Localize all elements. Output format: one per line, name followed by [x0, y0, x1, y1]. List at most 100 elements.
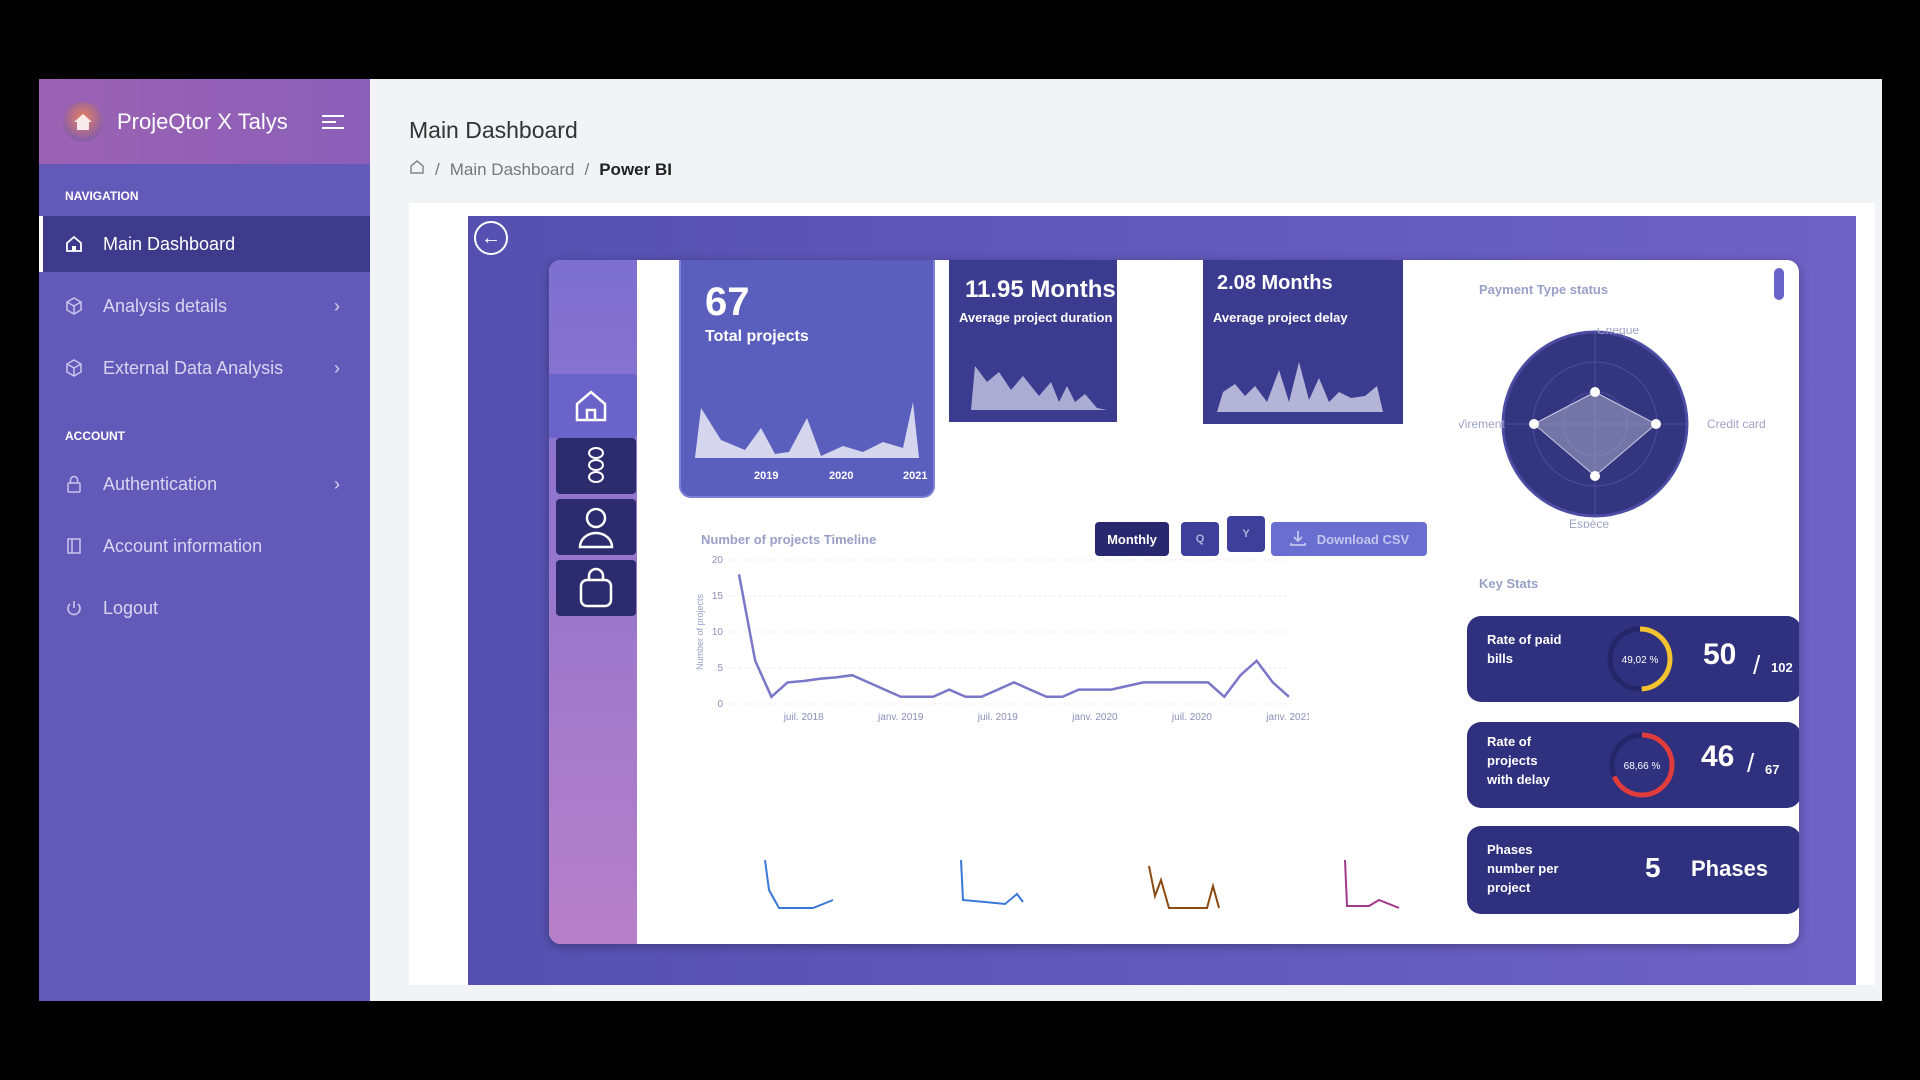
sector-name: IT [1081, 820, 1097, 840]
breadcrumb-separator: / [435, 159, 440, 179]
sector-unit: Project [695, 892, 733, 906]
sector-card-it[interactable]: Sector IT 17 Projects [1067, 788, 1241, 914]
cube-icon [65, 359, 83, 377]
sector-name: Banque [1273, 820, 1340, 840]
sector-sparkline [960, 859, 1024, 906]
sector-card-finance[interactable]: Sector Finance 20 Projects [875, 788, 1049, 914]
x-tick-label: juil. 2018 [783, 712, 824, 723]
nav-heading: NAVIGATION [65, 189, 139, 203]
kpi-delay-value: 2.08 Months [1217, 272, 1333, 294]
kpi-duration-label: Average project duration [959, 310, 1113, 325]
bag-icon[interactable] [556, 560, 636, 616]
sidebar-item-account-information[interactable]: Account information [39, 518, 370, 574]
stat-label-line: Rate of paid [1487, 632, 1562, 647]
year-label: 2019 [754, 470, 779, 482]
home-icon[interactable] [549, 374, 637, 438]
sector-unit: Projects [1271, 892, 1315, 906]
filter-handle-icon[interactable] [1774, 268, 1784, 300]
home-icon[interactable] [409, 159, 425, 180]
sector-name: Assurance [697, 820, 790, 840]
chevron-right-icon: › [334, 473, 340, 494]
sector-label: Sector [697, 800, 735, 815]
stat-unit: Phases [1691, 856, 1769, 881]
duration-sparkline [971, 366, 1107, 410]
sector-sparkline [1344, 859, 1400, 909]
sidebar-item-label: Logout [103, 597, 159, 618]
sidebar: ProjeQtor X Talys NAVIGATION Main Dashbo… [39, 79, 370, 1001]
powerbi-report: ← 67 Total projects 2019 2020 2021 11.95… [468, 216, 1856, 985]
stat-total: 67 [1765, 762, 1780, 777]
x-tick-label: janv. 2021 [1265, 712, 1309, 723]
sidebar-item-logout[interactable]: Logout [39, 580, 370, 636]
sidebar-item-authentication[interactable]: Authentication › [39, 456, 370, 512]
sidebar-item-label: Authentication [103, 473, 218, 494]
sidebar-item-label: Analysis details [103, 295, 228, 316]
sidebar-item-label: Account information [103, 535, 263, 556]
stat-slash: / [1753, 650, 1761, 680]
year-label: 2021 [903, 470, 928, 482]
back-arrow-icon[interactable]: ← [474, 221, 508, 255]
chevron-right-icon: › [334, 295, 340, 316]
timeline-title: Number of projects Timeline [701, 532, 877, 547]
download-icon [1289, 529, 1307, 550]
y-tick-label: 10 [712, 627, 724, 638]
sector-card-banque[interactable]: Sector Banque 15 Projects [1259, 788, 1433, 914]
stat-label: Rate of projects with delay [1487, 732, 1550, 789]
x-tick-label: juil. 2019 [977, 712, 1018, 723]
gauge-label: 68,66 % [1624, 761, 1661, 772]
radar-axis-label: Espèce [1569, 517, 1609, 528]
sector-count: 17 [1079, 868, 1104, 893]
sector-sparkline [1148, 865, 1220, 909]
year-button[interactable]: Y [1227, 516, 1265, 552]
sector-label: Sector [1273, 800, 1311, 815]
sector-label: Sector [1081, 800, 1119, 815]
payment-type-title: Payment Type status [1479, 282, 1609, 297]
paid-bills-gauge: 49,02 % [1607, 626, 1673, 692]
breadcrumb-separator: / [584, 159, 590, 179]
app-window: ProjeQtor X Talys NAVIGATION Main Dashbo… [39, 79, 1882, 1001]
stat-projects-delay: Rate of projects with delay 68,66 % 46 /… [1467, 722, 1799, 808]
sidebar-item-main-dashboard[interactable]: Main Dashboard [39, 216, 370, 272]
coins-icon[interactable] [556, 438, 636, 494]
chevron-right-icon: › [334, 357, 340, 378]
x-tick-label: janv. 2020 [1071, 712, 1118, 723]
y-tick-label: 15 [712, 591, 724, 602]
y-tick-label: 20 [712, 555, 724, 566]
page-title: Main Dashboard [409, 117, 578, 143]
sector-count: 15 [695, 868, 720, 893]
account-heading: ACCOUNT [65, 429, 125, 443]
key-stats-title: Key Stats [1479, 576, 1539, 591]
brand-title: ProjeQtor X Talys [117, 108, 288, 134]
y-axis-label: Number of projects [695, 593, 705, 670]
stat-paid-bills: Rate of paid bills 49,02 % 50 / 102 [1467, 616, 1799, 702]
y-tick-label: 5 [717, 663, 723, 674]
stat-value: 46 [1701, 740, 1735, 773]
payment-radar-chart: Cheque Credit card Espèce Virement [1459, 328, 1766, 528]
stat-label-line: project [1487, 880, 1531, 895]
radar-axis-label: Credit card [1707, 417, 1766, 431]
sidebar-item-analysis-details[interactable]: Analysis details › [39, 278, 370, 334]
user-icon[interactable] [556, 499, 636, 555]
stat-label-line: Rate of [1487, 734, 1532, 749]
kpi-average-duration: 11.95 Months Average project duration [949, 260, 1117, 422]
sector-name: Finance [889, 820, 958, 840]
menu-toggle-icon[interactable] [322, 111, 344, 133]
home-icon [65, 235, 83, 253]
brand-logo [63, 101, 103, 142]
breadcrumb-item-main-dashboard[interactable]: Main Dashboard [450, 160, 575, 180]
sidebar-item-label: Main Dashboard [103, 233, 236, 254]
kpi-total-label: Total projects [705, 328, 809, 345]
sector-card-assurance[interactable]: Sector Assurance 15 Project [683, 788, 857, 914]
kpi-delay-label: Average project delay [1213, 310, 1348, 325]
stat-value: 50 [1703, 638, 1737, 671]
brand-bar: ProjeQtor X Talys [39, 79, 370, 164]
breadcrumb-item-current: Power BI [599, 159, 672, 179]
stat-label-line: with delay [1487, 772, 1550, 787]
stat-label-line: bills [1487, 651, 1514, 666]
sidebar-item-external-data-analysis[interactable]: External Data Analysis › [39, 340, 370, 396]
total-sparkline [695, 402, 919, 458]
sector-label: Sector [889, 800, 927, 815]
series-line [737, 574, 1290, 699]
stat-label: Phases number per project [1487, 840, 1559, 897]
stat-value: 5 [1645, 852, 1661, 883]
